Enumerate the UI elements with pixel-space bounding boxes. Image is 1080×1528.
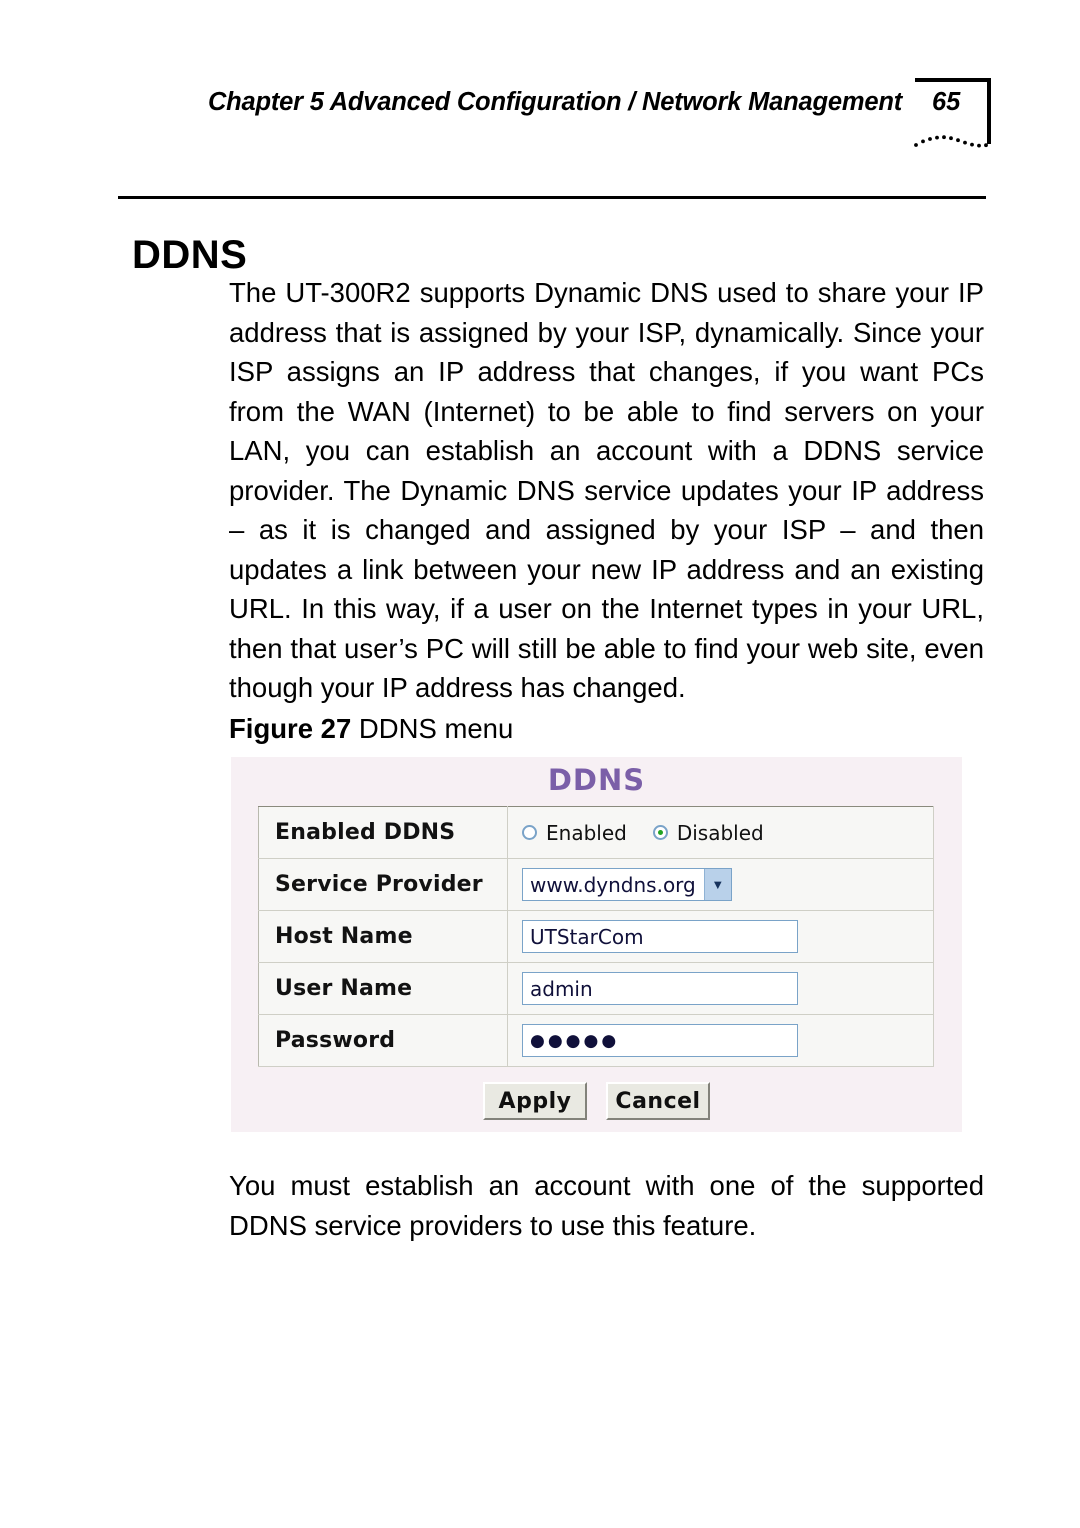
intro-paragraph: The UT-300R2 supports Dynamic DNS used t… (229, 277, 984, 703)
page-number: 65 (932, 88, 961, 116)
row-value-user-name: admin (507, 962, 934, 1015)
radio-option-disabled[interactable]: Disabled (652, 820, 764, 845)
service-provider-select[interactable]: www.dyndns.org ▼ (522, 868, 732, 901)
ddns-settings-table: Enabled DDNS Enabled Disabled Service Pr… (258, 806, 934, 1067)
radio-unselected-icon[interactable] (522, 825, 537, 840)
screenshot-button-row: Apply Cancel (231, 1082, 962, 1120)
row-value-host-name: UTStarCom (507, 910, 934, 963)
page-title: DDNS (132, 232, 248, 277)
user-name-input[interactable]: admin (522, 972, 798, 1005)
table-row: User Name admin (258, 962, 934, 1015)
row-label-password: Password (258, 1014, 508, 1067)
figure-caption: Figure 27 DDNS menu (229, 713, 513, 745)
table-row: Password ●●●●● (258, 1014, 934, 1067)
table-row: Host Name UTStarCom (258, 910, 934, 963)
figure-caption-text: DDNS menu (351, 713, 514, 744)
chevron-down-icon[interactable]: ▼ (703, 869, 731, 900)
row-value-service-provider: www.dyndns.org ▼ (507, 858, 934, 911)
radio-label-disabled: Disabled (676, 820, 764, 845)
row-label-host-name: Host Name (258, 910, 508, 963)
row-label-user-name: User Name (258, 962, 508, 1015)
table-row: Enabled DDNS Enabled Disabled (258, 806, 934, 859)
section-divider (118, 196, 986, 199)
header-dot-flourish-icon (914, 135, 988, 148)
row-value-password: ●●●●● (507, 1014, 934, 1067)
host-name-input[interactable]: UTStarCom (522, 920, 798, 953)
page-header: Chapter 5 Advanced Configuration / Netwo… (0, 78, 1080, 158)
apply-button[interactable]: Apply (483, 1082, 587, 1120)
closing-paragraph: You must establish an account with one o… (229, 1170, 984, 1241)
service-provider-selected-value: www.dyndns.org (530, 872, 696, 897)
radio-selected-icon[interactable] (652, 825, 668, 840)
row-label-service-provider: Service Provider (258, 858, 508, 911)
radio-label-enabled: Enabled (546, 820, 627, 845)
screenshot-title: DDNS (547, 763, 646, 797)
enabled-ddns-radio-group: Enabled Disabled (522, 821, 933, 845)
ddns-menu-screenshot: DDNS Enabled DDNS Enabled Disabled Servi… (231, 757, 962, 1132)
figure-caption-label: Figure 27 (229, 713, 352, 744)
cancel-button[interactable]: Cancel (606, 1082, 710, 1120)
row-value-enabled-ddns: Enabled Disabled (507, 806, 934, 859)
password-input[interactable]: ●●●●● (522, 1024, 798, 1057)
table-row: Service Provider www.dyndns.org ▼ (258, 858, 934, 911)
row-label-enabled-ddns: Enabled DDNS (258, 806, 508, 859)
running-header-title: Chapter 5 Advanced Configuration / Netwo… (207, 88, 902, 116)
radio-option-enabled[interactable]: Enabled (522, 821, 627, 845)
